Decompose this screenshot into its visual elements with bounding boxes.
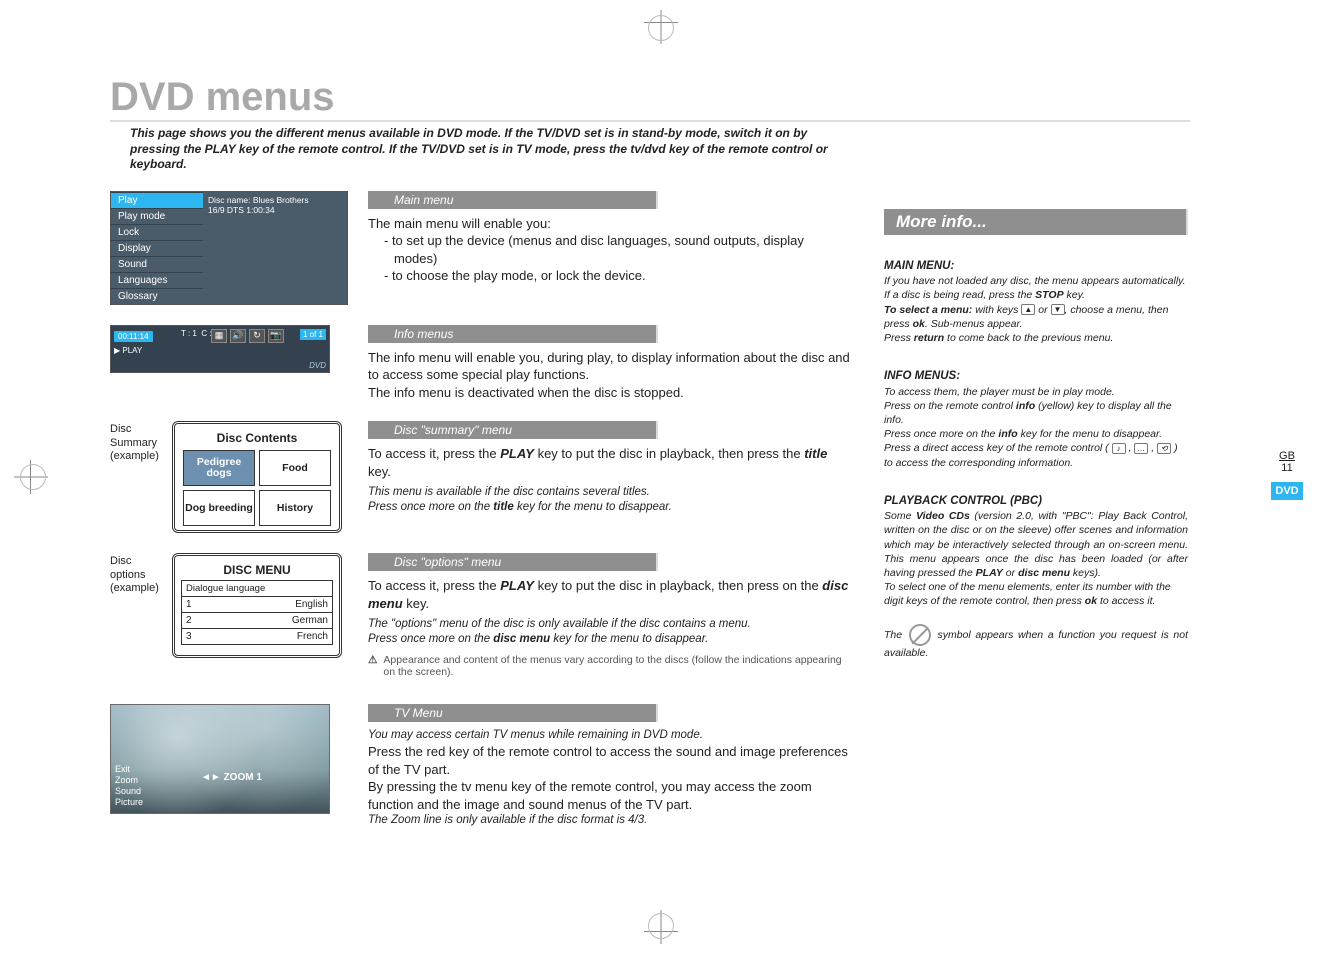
main-menu-screenshot: Play Play mode Lock Display Sound Langua… (110, 191, 348, 305)
dc-cell: History (259, 490, 331, 526)
options-warning: ⚠ Appearance and content of the menus va… (368, 654, 850, 678)
summary-p1: To access it, press the PLAY key to put … (368, 445, 850, 480)
disc-meta: 16/9 DTS 1:00:34 (208, 205, 342, 215)
section-heading-tv: TV Menu (368, 704, 658, 722)
crop-mark (648, 913, 674, 939)
page-marker: GB 11 DVD (1271, 450, 1303, 500)
section-heading-options: Disc "options" menu (368, 553, 658, 571)
tv-p2: By pressing the tv menu key of the remot… (368, 778, 850, 813)
summary-i1: This menu is available if the disc conta… (368, 485, 850, 501)
tv-i1: You may access certain TV menus while re… (368, 728, 850, 744)
audio-key-icon: ♪ (1112, 443, 1126, 454)
subtitle-key-icon: … (1134, 443, 1148, 454)
mm-item: Play mode (111, 208, 203, 224)
disc-contents-screenshot: Disc Contents Pedigree dogs Food Dog bre… (172, 421, 342, 533)
down-key-icon: ▼ (1051, 304, 1065, 315)
dc-cell: Dog breeding (183, 490, 255, 526)
zoom-label: ZOOM 1 (201, 772, 262, 783)
info-p2: The info menu is deactivated when the di… (368, 384, 850, 402)
dm-row: 3French (181, 629, 333, 645)
sidebar-header: More info... (884, 209, 1188, 235)
up-key-icon: ▲ (1021, 304, 1035, 315)
sidebar-main-menu: MAIN MENU: If you have not loaded any di… (884, 259, 1188, 345)
page-of: 1 of 1 (300, 329, 326, 340)
section-heading-summary: Disc "summary" menu (368, 421, 658, 439)
mm-item: Play (111, 192, 203, 208)
summary-caption: Disc Summary (example) (110, 421, 166, 463)
dvd-label: DVD (309, 361, 326, 370)
tv-i2: The Zoom line is only available if the d… (368, 813, 850, 829)
disc-name: Disc name: Blues Brothers (208, 195, 342, 205)
sidebar-pbc: PLAYBACK CONTROL (PBC) Some Video CDs (v… (884, 494, 1188, 661)
main-b2: - to choose the play mode, or lock the d… (368, 267, 850, 285)
title-rule (110, 120, 1190, 122)
options-i1: The "options" menu of the disc is only a… (368, 617, 850, 633)
summary-i2: Press once more on the title key for the… (368, 500, 850, 516)
dc-header: Disc Contents (179, 428, 335, 450)
main-p1: The main menu will enable you: (368, 215, 850, 233)
tv-menu-screenshot: Exit Zoom Sound Picture ZOOM 1 (110, 704, 330, 814)
angle-key-icon: ⟲ (1157, 443, 1171, 454)
dm-header: DISC MENU (181, 560, 333, 580)
main-b1: - to set up the device (menus and disc l… (368, 232, 850, 267)
disc-menu-screenshot: DISC MENU Dialogue language 1English 2Ge… (172, 553, 342, 658)
play-label: ▶ PLAY (114, 346, 142, 355)
options-i2: Press once more on the disc menu key for… (368, 632, 850, 648)
dm-row: 2German (181, 613, 333, 629)
dc-cell: Pedigree dogs (183, 450, 255, 486)
info-p1: The info menu will enable you, during pl… (368, 349, 850, 384)
info-icons: ▦🔊↻📷 (211, 329, 284, 343)
time-badge: 00:11:14 (114, 331, 153, 342)
dm-subheader: Dialogue language (181, 580, 333, 597)
dm-row: 1English (181, 597, 333, 613)
info-bar-screenshot: 00:11:14 ▶ PLAY T : 1 C : 05 ▦🔊↻📷 1 of 1… (110, 325, 330, 373)
page-title: DVD menus (110, 75, 1281, 120)
not-available-icon (909, 624, 931, 646)
section-heading-info: Info menus (368, 325, 658, 343)
warning-icon: ⚠ (368, 654, 377, 678)
intro-text: This page shows you the different menus … (110, 126, 830, 173)
sidebar-info-menus: INFO MENUS: To access them, the player m… (884, 369, 1188, 470)
options-p1: To access it, press the PLAY key to put … (368, 577, 850, 612)
mm-item: Display (111, 240, 203, 256)
mm-item: Sound (111, 256, 203, 272)
tv-p1: Press the red key of the remote control … (368, 743, 850, 778)
dc-cell: Food (259, 450, 331, 486)
options-caption: Disc options (example) (110, 553, 166, 595)
section-heading-main: Main menu (368, 191, 658, 209)
mm-item: Lock (111, 224, 203, 240)
mm-item: Languages (111, 272, 203, 288)
mm-item: Glossary (111, 288, 203, 304)
